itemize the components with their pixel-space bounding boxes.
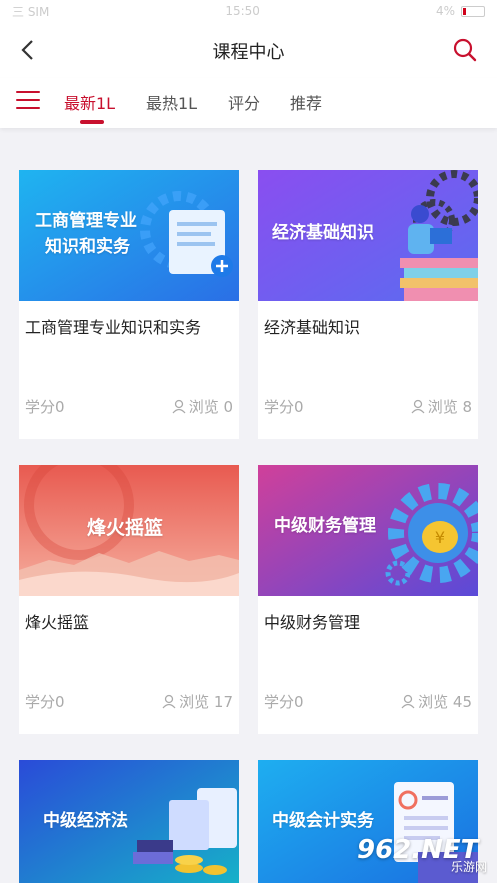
tab-hottest[interactable]: 最热1L [146, 90, 197, 114]
menu-icon[interactable] [16, 91, 40, 113]
thumbnail-caption: 中级会计实务 [272, 811, 374, 831]
course-views: 浏览 45 [401, 691, 472, 712]
tab-bar: 最新1L 最热1L 评分 推荐 [0, 78, 497, 128]
course-card[interactable]: 工商管理专业 知识和实务 工商管理专业知识和实务 学分0 浏览 0 [19, 170, 239, 439]
thumbnail-caption: 中级财务管理 [274, 516, 376, 536]
course-thumbnail: 烽火摇篮 [19, 465, 239, 596]
user-icon [162, 694, 176, 709]
course-card[interactable]: 中级经济法 [19, 760, 239, 883]
status-right: 4% [436, 4, 485, 18]
battery-icon [461, 5, 485, 17]
tab-active-indicator [80, 120, 104, 124]
tab-recommend[interactable]: 推荐 [290, 90, 322, 114]
thumbnail-caption: 工商管理专业 知识和实务 [35, 211, 137, 257]
course-credit: 学分0 [264, 398, 304, 416]
course-thumbnail: 工商管理专业 知识和实务 [19, 170, 239, 301]
course-card[interactable]: 经济基础知识 经济基础知识 学分0 浏览 8 [258, 170, 478, 439]
course-credit: 学分0 [264, 693, 304, 711]
course-credit: 学分0 [25, 693, 65, 711]
course-credit: 学分0 [25, 398, 65, 416]
status-bar: 三 SIM 15:50 4% [0, 0, 497, 22]
course-thumbnail: ¥ 中级财务管理 [258, 465, 478, 596]
thumbnail-caption: 经济基础知识 [272, 223, 374, 243]
user-icon [172, 399, 186, 414]
page-title: 课程中心 [212, 42, 285, 63]
carrier-text: 三 SIM [12, 4, 50, 19]
thumbnail-caption: 中级经济法 [43, 811, 128, 831]
tab-latest[interactable]: 最新1L [64, 90, 115, 114]
course-views: 浏览 0 [172, 396, 233, 417]
course-title: 中级财务管理 [264, 613, 361, 632]
course-title: 烽火摇篮 [25, 613, 90, 632]
watermark-sub-text: 乐游网 [450, 860, 487, 874]
user-icon [411, 399, 425, 414]
course-views: 浏览 17 [162, 691, 233, 712]
user-icon [401, 694, 415, 709]
course-thumbnail: 中级经济法 [19, 760, 239, 883]
course-card[interactable]: 烽火摇篮 烽火摇篮 学分0 浏览 17 [19, 465, 239, 734]
course-title: 工商管理专业知识和实务 [25, 318, 202, 337]
time-text: 15:50 [225, 4, 260, 18]
course-card[interactable]: ¥ 中级财务管理 中级财务管理 学分0 浏览 45 [258, 465, 478, 734]
course-views: 浏览 8 [411, 396, 472, 417]
thumbnail-caption: 烽火摇篮 [87, 517, 164, 539]
search-icon[interactable] [451, 36, 479, 64]
battery-percent: 4% [435, 4, 455, 18]
svg-text:¥: ¥ [435, 528, 445, 547]
nav-bar: 课程中心 [0, 22, 497, 78]
site-watermark: 962.NET 乐游网 [357, 835, 487, 875]
course-thumbnail: 经济基础知识 [258, 170, 478, 301]
tab-rating[interactable]: 评分 [228, 90, 260, 114]
course-title: 经济基础知识 [264, 318, 361, 337]
